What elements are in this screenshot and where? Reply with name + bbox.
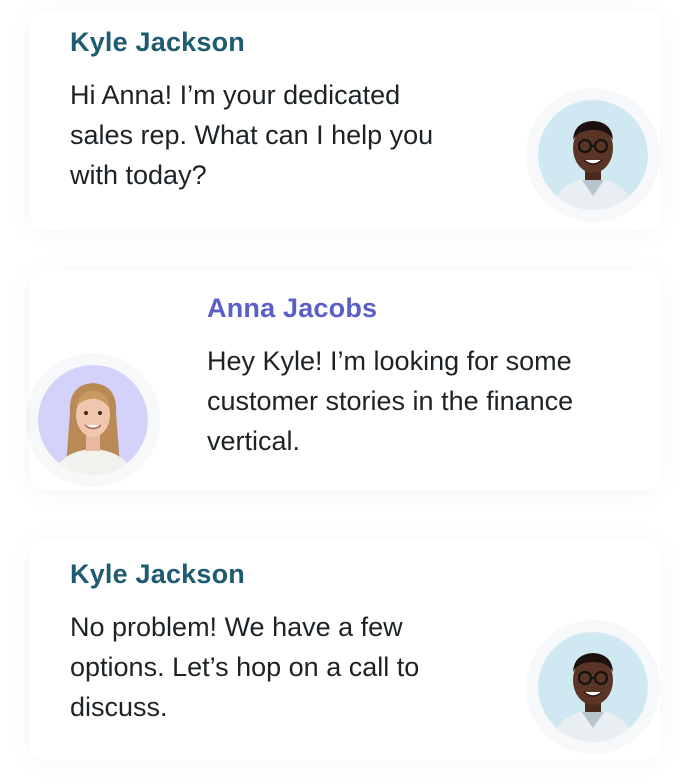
message-line: sales rep. What can I help you: [70, 120, 434, 150]
message-line: discuss.: [70, 692, 168, 722]
avatar: [538, 100, 648, 210]
man-portrait-avatar: [538, 632, 648, 742]
chat-conversation: Kyle Jackson Hi Anna! I’m your dedicated…: [0, 0, 690, 784]
woman-portrait-avatar: [38, 365, 148, 475]
message-line: Hi Anna! I’m your dedicated: [70, 80, 401, 110]
sender-name: Kyle Jackson: [70, 27, 245, 57]
message-line: with today?: [70, 160, 207, 190]
man-portrait-avatar: [538, 100, 648, 210]
message-text: Hi Anna! I’m your dedicated sales rep. W…: [70, 75, 433, 195]
message-line: No problem! We have a few: [70, 612, 403, 642]
message-line: options. Let’s hop on a call to: [70, 652, 420, 682]
message-line: vertical.: [207, 426, 301, 456]
sender-name: Anna Jacobs: [207, 293, 378, 323]
avatar: [38, 365, 148, 475]
message-text: Hey Kyle! I’m looking for some customer …: [207, 341, 573, 461]
sender-name: Kyle Jackson: [70, 559, 245, 589]
message-text: No problem! We have a few options. Let’s…: [70, 607, 419, 727]
message-line: customer stories in the finance: [207, 386, 574, 416]
avatar: [538, 632, 648, 742]
message-line: Hey Kyle! I’m looking for some: [207, 346, 572, 376]
